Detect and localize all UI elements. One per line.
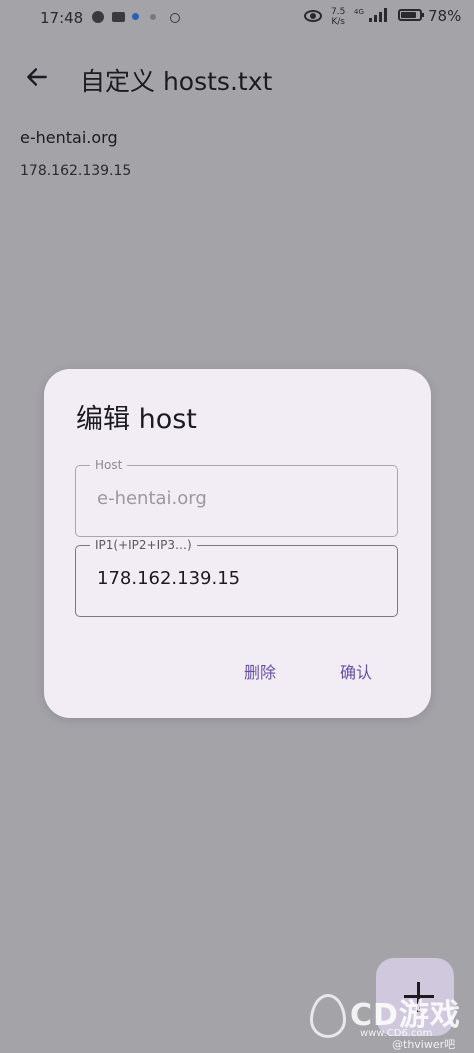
host-field-label: Host [90,457,128,473]
network-speed: 7.5 K/s [331,7,345,27]
ip-field[interactable]: IP1(+IP2+IP3…) 178.162.139.15 [75,537,398,617]
network-type: 4G [354,8,364,16]
net-speed-unit: K/s [331,17,345,27]
notification-ring-icon [170,13,180,23]
status-time: 17:48 [40,9,84,27]
net-speed-value: 7.5 [331,7,346,17]
page-title: 自定义 hosts.txt [80,67,273,96]
app-bar: 自定义 hosts.txt [0,50,474,106]
notification-icon [92,11,104,23]
signal-icon [369,8,389,22]
arrow-left-icon[interactable] [24,64,50,90]
host-field[interactable]: Host e-hentai.org [75,457,398,537]
watermark-user: @thviwer吧 [392,1038,456,1051]
status-bar: 17:48 7.5 K/s 4G 78% [0,0,474,36]
notification-icon [112,12,125,22]
delete-button[interactable]: 删除 [244,659,276,683]
host-name: e-hentai.org [20,128,118,147]
eye-icon [304,10,322,22]
confirm-button[interactable]: 确认 [340,659,372,683]
cd-logo-icon [310,994,346,1038]
battery-percent: 78% [428,7,462,25]
watermark: CD游戏 www.CD6.com @thviwer吧 [310,990,474,1053]
ip-field-value: 178.162.139.15 [97,568,241,589]
edit-host-dialog: 编辑 host Host e-hentai.org IP1(+IP2+IP3…)… [44,369,431,718]
host-ip: 178.162.139.15 [20,163,132,179]
notification-dot-icon [132,13,139,20]
notification-dot-icon [150,14,156,20]
ip-field-label: IP1(+IP2+IP3…) [90,537,197,553]
host-field-value: e-hentai.org [97,488,207,509]
dialog-title: 编辑 host [76,404,197,435]
battery-icon [398,9,424,21]
list-item[interactable]: e-hentai.org 178.162.139.15 [20,128,131,179]
